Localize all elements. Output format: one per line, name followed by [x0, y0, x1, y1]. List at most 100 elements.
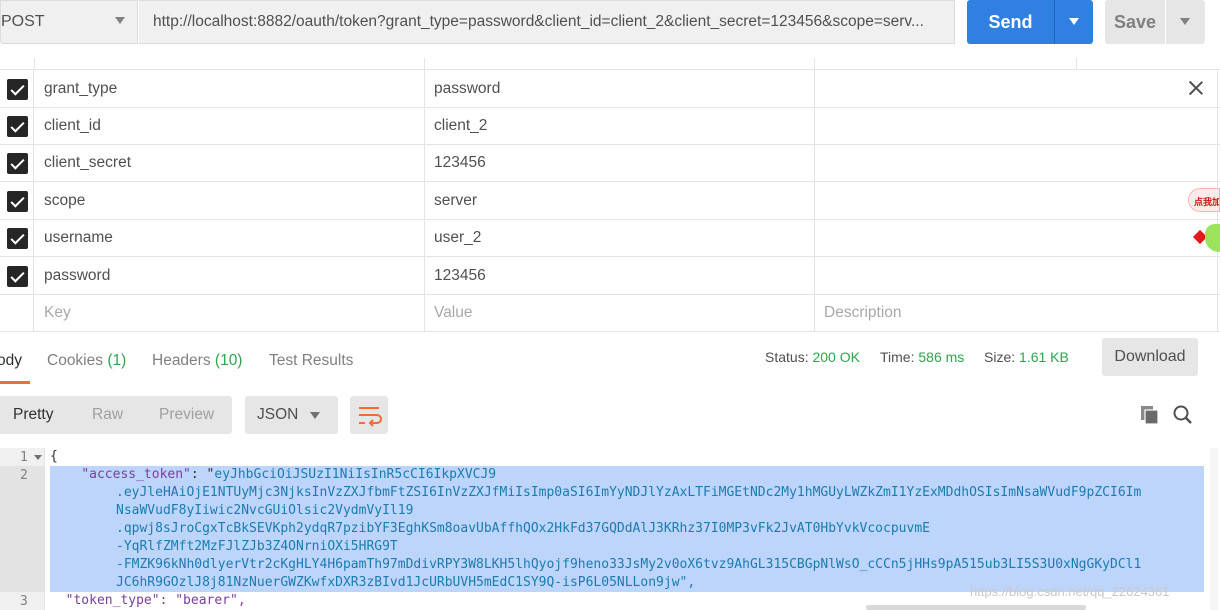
param-key[interactable]: scope [35, 182, 425, 219]
param-row: username user_2 [0, 219, 1220, 257]
size-value: 1.61 KB [1019, 349, 1069, 365]
param-value[interactable]: user_2 [425, 219, 815, 256]
column-divider [1076, 58, 1077, 70]
param-key[interactable]: password [35, 257, 425, 294]
size-label: Size: [984, 349, 1016, 365]
format-raw[interactable]: Raw [92, 406, 123, 424]
tab-label: Headers [152, 352, 211, 369]
new-key-input[interactable]: Key [35, 294, 425, 331]
token-line: -YqRlfZMft2MzFJlZJb3Z4ONrniOXi5HRG9T [116, 539, 398, 554]
param-checkbox[interactable] [7, 228, 28, 249]
save-button[interactable]: Save [1105, 0, 1165, 44]
status-stat: Status: 200 OK [765, 349, 860, 365]
download-button[interactable]: Download [1102, 338, 1198, 376]
horizontal-scrollbar[interactable] [866, 605, 1086, 610]
method-select[interactable]: POST [0, 0, 138, 44]
tab-count: (1) [107, 352, 127, 369]
chevron-down-icon [1180, 18, 1190, 25]
param-checkbox-cell [0, 257, 34, 294]
param-value[interactable]: 123456 [425, 257, 815, 294]
time-stat: Time: 586 ms [880, 349, 964, 365]
param-description[interactable] [815, 70, 1218, 107]
tab-headers[interactable]: Headers (10) [152, 352, 242, 370]
chevron-down-icon [310, 412, 320, 419]
url-input[interactable]: http://localhost:8882/oauth/token?grant_… [139, 0, 955, 44]
token-line: .qpwj8sJroCgxTcBkSEVKph2ydqR7pzibYF3EghK… [116, 521, 930, 536]
param-key[interactable]: client_id [35, 107, 425, 144]
param-checkbox[interactable] [7, 191, 28, 212]
tab-label: ody [0, 352, 22, 369]
line-number-gutter: 1 2 3 [0, 448, 45, 610]
vertical-scrollbar[interactable] [1210, 448, 1218, 610]
param-row: client_id client_2 [0, 107, 1220, 145]
fold-arrow-icon[interactable] [34, 455, 42, 460]
format-preview[interactable]: Preview [159, 406, 214, 424]
search-icon[interactable] [1172, 404, 1194, 426]
status-label: Status: [765, 349, 809, 365]
tab-body[interactable]: ody [0, 352, 22, 370]
param-row: scope server [0, 182, 1220, 220]
tab-cookies[interactable]: Cookies (1) [47, 352, 126, 370]
param-checkbox[interactable] [7, 116, 28, 137]
param-checkbox-cell [0, 219, 34, 256]
param-value[interactable]: server [425, 182, 815, 219]
new-value-input[interactable]: Value [425, 294, 815, 331]
param-checkbox-cell [0, 294, 34, 331]
column-divider [424, 58, 425, 70]
code-line: "access_token": "eyJhbGciOiJSUzI1NiIsInR… [50, 466, 496, 484]
send-button[interactable]: Send [967, 0, 1054, 44]
param-checkbox-cell [0, 70, 34, 107]
wrap-lines-button[interactable] [350, 396, 388, 434]
param-description[interactable] [815, 182, 1218, 219]
side-widget[interactable]: 点我加 [1188, 188, 1220, 258]
param-checkbox-cell [0, 144, 34, 181]
time-label: Time: [880, 349, 915, 365]
new-description-input[interactable]: Description [815, 294, 1218, 331]
chevron-down-icon [1069, 18, 1079, 25]
save-options-button[interactable] [1166, 0, 1205, 44]
param-row: client_secret 123456 [0, 144, 1220, 182]
param-checkbox[interactable] [7, 266, 28, 287]
wrap-lines-icon [359, 407, 382, 427]
token-line: JC6hR9GOzlJ8j81NzNuerGWZKwfxDXR3zBIvd1Jc… [116, 575, 696, 590]
token-value: eyJhbGciOiJSUzI1NiIsInR5cCI6IkpXVCJ9 [214, 467, 497, 482]
param-description[interactable] [815, 257, 1218, 294]
method-label: POST [1, 13, 45, 30]
param-value[interactable]: password [425, 70, 815, 107]
json-key: "access_token" [81, 467, 191, 482]
close-icon[interactable] [1189, 81, 1203, 95]
code-line: { [50, 449, 58, 464]
param-checkbox-cell [0, 107, 34, 144]
language-label: JSON [257, 406, 299, 423]
param-row: password 123456 [0, 257, 1220, 295]
format-toggle: Pretty Raw Preview [0, 396, 232, 434]
param-key[interactable]: grant_type [35, 70, 425, 107]
send-options-button[interactable] [1054, 0, 1093, 44]
status-value: 200 OK [812, 349, 860, 365]
param-value[interactable]: client_2 [425, 107, 815, 144]
line-number: 2 [20, 468, 28, 483]
line-number: 3 [20, 594, 28, 609]
code-line: "token_type": "bearer", [50, 592, 246, 610]
param-checkbox[interactable] [7, 153, 28, 174]
params-header-row [0, 58, 1220, 70]
param-key[interactable]: client_secret [35, 144, 425, 181]
param-value[interactable]: 123456 [425, 144, 815, 181]
copy-icon[interactable] [1139, 404, 1161, 426]
active-tab-indicator [0, 381, 30, 384]
format-pretty[interactable]: Pretty [13, 406, 53, 424]
tab-test-results[interactable]: Test Results [269, 352, 353, 370]
tab-count: (10) [214, 352, 243, 369]
param-description[interactable] [815, 144, 1218, 181]
param-description[interactable] [815, 107, 1218, 144]
language-select[interactable]: JSON [245, 396, 338, 434]
line-number: 1 [20, 450, 28, 465]
param-description[interactable] [815, 219, 1218, 256]
tab-label: Cookies [47, 352, 103, 369]
param-key[interactable]: username [35, 219, 425, 256]
postman-window: POST http://localhost:8882/oauth/token?g… [0, 0, 1220, 610]
column-divider [814, 58, 815, 70]
side-widget-bubble: 点我加 [1188, 188, 1220, 212]
param-checkbox[interactable] [7, 79, 28, 100]
chevron-down-icon [115, 17, 125, 24]
